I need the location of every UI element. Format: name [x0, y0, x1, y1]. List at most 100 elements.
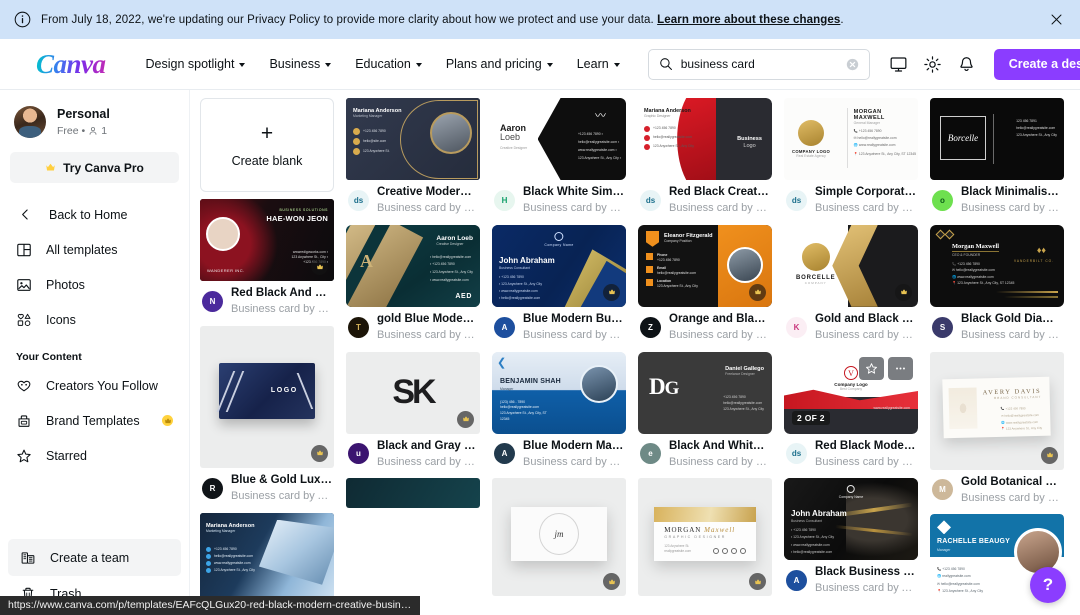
template-thumbnail[interactable]: Aaron Loeb Creative Designer 〰 +123 456 … — [492, 98, 626, 180]
template-tile[interactable]: ❮ BENJAMIN SHAH Manager (123) 456 - 7890… — [492, 352, 626, 472]
crown-icon — [45, 162, 56, 173]
template-tile[interactable]: Borcelle 123 456 7891 hello@reallygreats… — [930, 98, 1064, 218]
template-thumbnail[interactable]: Borcelle 123 456 7891 hello@reallygreats… — [930, 98, 1064, 180]
template-tile[interactable]: LOGO R Blue & Gold Luxury... Busin — [200, 326, 334, 506]
template-thumbnail[interactable]: Company Name John Abraham Business Consu… — [784, 478, 918, 560]
template-title[interactable]: Gold and Black Ele... — [815, 312, 916, 327]
template-tile[interactable]: Company Name John Abraham Business Consu… — [784, 478, 918, 598]
template-tile[interactable]: MORGAN Maxwell GRAPHIC DESIGNER 123 Anyw… — [638, 478, 772, 596]
sidebar-item-label: Starred — [46, 449, 87, 463]
template-title[interactable]: Blue Modern Mana... — [523, 439, 624, 454]
sidebar-item-brand-templates[interactable]: Brand Templates — [0, 403, 189, 438]
template-thumbnail[interactable]: COMPANY LOGO Real Estate Agency MORGAN M… — [784, 98, 918, 180]
nav-item-plans-and-pricing[interactable]: Plans and pricing — [434, 51, 565, 77]
template-title[interactable]: Black White Simple... — [523, 185, 624, 200]
template-thumbnail[interactable]: DG Daniel Gallego Freelance Designer +12… — [638, 352, 772, 434]
template-title[interactable]: Simple Corporate ... — [815, 185, 916, 200]
template-tile[interactable]: jm — [492, 478, 626, 596]
template-title[interactable]: Black and Gray Min... — [377, 439, 478, 454]
template-title[interactable]: gold Blue Modern ... — [377, 312, 478, 327]
template-tile[interactable]: AVERY DAVIS BRAND CONSULTANT 📞 +123 456 … — [930, 352, 1064, 508]
template-tile[interactable]: A Aaron Loeb Creative Designer ▪ hello@r… — [346, 225, 480, 345]
template-tile[interactable]: SK u Black and Gray Min... Business card… — [346, 352, 480, 472]
template-thumbnail[interactable]: Mariana Anderson Graphic Designer +123 4… — [638, 98, 772, 180]
template-tile[interactable]: Company Name John Abraham Business Consu… — [492, 225, 626, 345]
sidebar-item-back-to-home[interactable]: Back to Home — [0, 197, 189, 232]
template-title[interactable]: Red Black And Whi... — [231, 286, 332, 301]
try-canva-pro-button[interactable]: Try Canva Pro — [10, 152, 179, 183]
help-button[interactable]: ? — [1030, 567, 1066, 603]
template-tile[interactable]: Aaron Loeb Creative Designer 〰 +123 456 … — [492, 98, 626, 218]
sidebar-item-create-a-team[interactable]: Create a team — [8, 539, 181, 576]
sidebar-item-all-templates[interactable]: All templates — [0, 232, 189, 267]
template-thumbnail[interactable]: Company Name John Abraham Business Consu… — [492, 225, 626, 307]
template-title[interactable]: Red Black Modern ... — [815, 439, 916, 454]
template-title[interactable]: Blue Modern Busin... — [523, 312, 624, 327]
template-title[interactable]: Gold Botanical Bus... — [961, 475, 1062, 490]
template-thumbnail[interactable]: Morgan Maxwell CEO & FOUNDER 📞 +123 456 … — [930, 225, 1064, 307]
search-area — [648, 49, 870, 80]
template-thumbnail[interactable]: Eleanor Fitzgerald Company Position Phon… — [638, 225, 772, 307]
sidebar-item-icons[interactable]: Icons — [0, 302, 189, 337]
template-tile[interactable]: Morgan Maxwell CEO & FOUNDER 📞 +123 456 … — [930, 225, 1064, 345]
template-thumbnail[interactable]: MORGAN Maxwell GRAPHIC DESIGNER 123 Anyw… — [638, 478, 772, 596]
template-title[interactable]: Black Gold Diamon... — [961, 312, 1062, 327]
more-options-icon[interactable] — [888, 357, 913, 380]
create-blank-tile[interactable]: + Create blank — [200, 98, 334, 192]
template-title[interactable]: Blue & Gold Luxury... — [231, 473, 332, 488]
template-thumbnail[interactable]: V Company Logo Best Company www.reallygr… — [784, 352, 918, 434]
desktop-app-icon[interactable] — [888, 54, 909, 75]
template-thumbnail[interactable]: A Aaron Loeb Creative Designer ▪ hello@r… — [346, 225, 480, 307]
account-switcher[interactable]: Personal Free • 1 — [0, 90, 189, 148]
template-tile[interactable]: BORCELLE COMPANY K Gold and Black Ele... — [784, 225, 918, 345]
template-thumbnail[interactable]: jm — [492, 478, 626, 596]
template-thumbnail[interactable]: BUSINESS SOLUTIONS HAE-WON JEON wwwredig… — [200, 199, 334, 281]
pro-crown-badge — [311, 445, 328, 462]
icons-icon — [14, 310, 33, 329]
template-thumbnail[interactable] — [346, 478, 480, 508]
template-tile[interactable]: COMPANY LOGO Real Estate Agency MORGAN M… — [784, 98, 918, 218]
template-title[interactable]: Black Minimalist B... — [961, 185, 1062, 200]
nav-item-business[interactable]: Business — [257, 51, 343, 77]
template-tile[interactable]: Eleanor Fitzgerald Company Position Phon… — [638, 225, 772, 345]
template-title[interactable]: Red Black Creative ... — [669, 185, 770, 200]
template-title[interactable]: Black Business Car... — [815, 565, 916, 580]
template-meta: M Gold Botanical Bus... Business card by… — [930, 470, 1064, 508]
template-title[interactable]: Black And White Si... — [669, 439, 770, 454]
template-title[interactable]: Creative Modern B... — [377, 185, 478, 200]
star-outline-icon[interactable] — [859, 357, 884, 380]
template-thumbnail[interactable]: SK — [346, 352, 480, 434]
nav-item-education[interactable]: Education — [343, 51, 434, 77]
banner-learn-more-link[interactable]: Learn more about these changes — [657, 14, 840, 26]
create-a-design-button[interactable]: Create a design — [994, 49, 1080, 80]
template-title[interactable]: Orange and Black ... — [669, 312, 770, 327]
close-icon[interactable] — [1046, 10, 1066, 30]
sidebar-item-starred[interactable]: Starred — [0, 438, 189, 473]
template-thumbnail[interactable]: Mariana Anderson Marketing Manager +123 … — [346, 98, 480, 180]
clear-circle-icon[interactable] — [846, 58, 859, 71]
nav-item-design-spotlight[interactable]: Design spotlight — [134, 51, 258, 77]
canva-logo[interactable]: Canva — [36, 51, 106, 78]
bell-icon[interactable] — [956, 54, 977, 75]
sidebar-item-creators-you-follow[interactable]: Creators You Follow — [0, 368, 189, 403]
template-tile[interactable]: BUSINESS SOLUTIONS HAE-WON JEON wwwredig… — [200, 199, 334, 319]
nav-item-learn[interactable]: Learn — [565, 51, 632, 77]
search-box[interactable] — [648, 49, 870, 80]
search-input[interactable] — [681, 57, 838, 71]
sidebar-item-photos[interactable]: Photos — [0, 267, 189, 302]
template-tile-hovered[interactable]: V Company Logo Best Company www.reallygr… — [784, 352, 918, 472]
template-thumbnail[interactable]: Mariana Anderson Marketing Manager +123 … — [200, 513, 334, 601]
template-tile[interactable]: Mariana Anderson Marketing Manager +123 … — [200, 513, 334, 601]
header-icon-group — [888, 54, 977, 75]
template-tile[interactable]: DG Daniel Gallego Freelance Designer +12… — [638, 352, 772, 472]
template-tile[interactable]: Mariana Anderson Graphic Designer +123 4… — [638, 98, 772, 218]
template-thumbnail[interactable]: ❮ BENJAMIN SHAH Manager (123) 456 - 7890… — [492, 352, 626, 434]
hamburger-menu-icon[interactable] — [12, 51, 20, 77]
gear-icon[interactable] — [922, 54, 943, 75]
template-tile[interactable] — [346, 478, 480, 508]
template-author: Business card by onet... — [961, 201, 1062, 216]
template-tile[interactable]: Mariana Anderson Marketing Manager +123 … — [346, 98, 480, 218]
template-thumbnail[interactable]: LOGO — [200, 326, 334, 468]
template-thumbnail[interactable]: BORCELLE COMPANY — [784, 225, 918, 307]
template-thumbnail[interactable]: AVERY DAVIS BRAND CONSULTANT 📞 +123 456 … — [930, 352, 1064, 470]
